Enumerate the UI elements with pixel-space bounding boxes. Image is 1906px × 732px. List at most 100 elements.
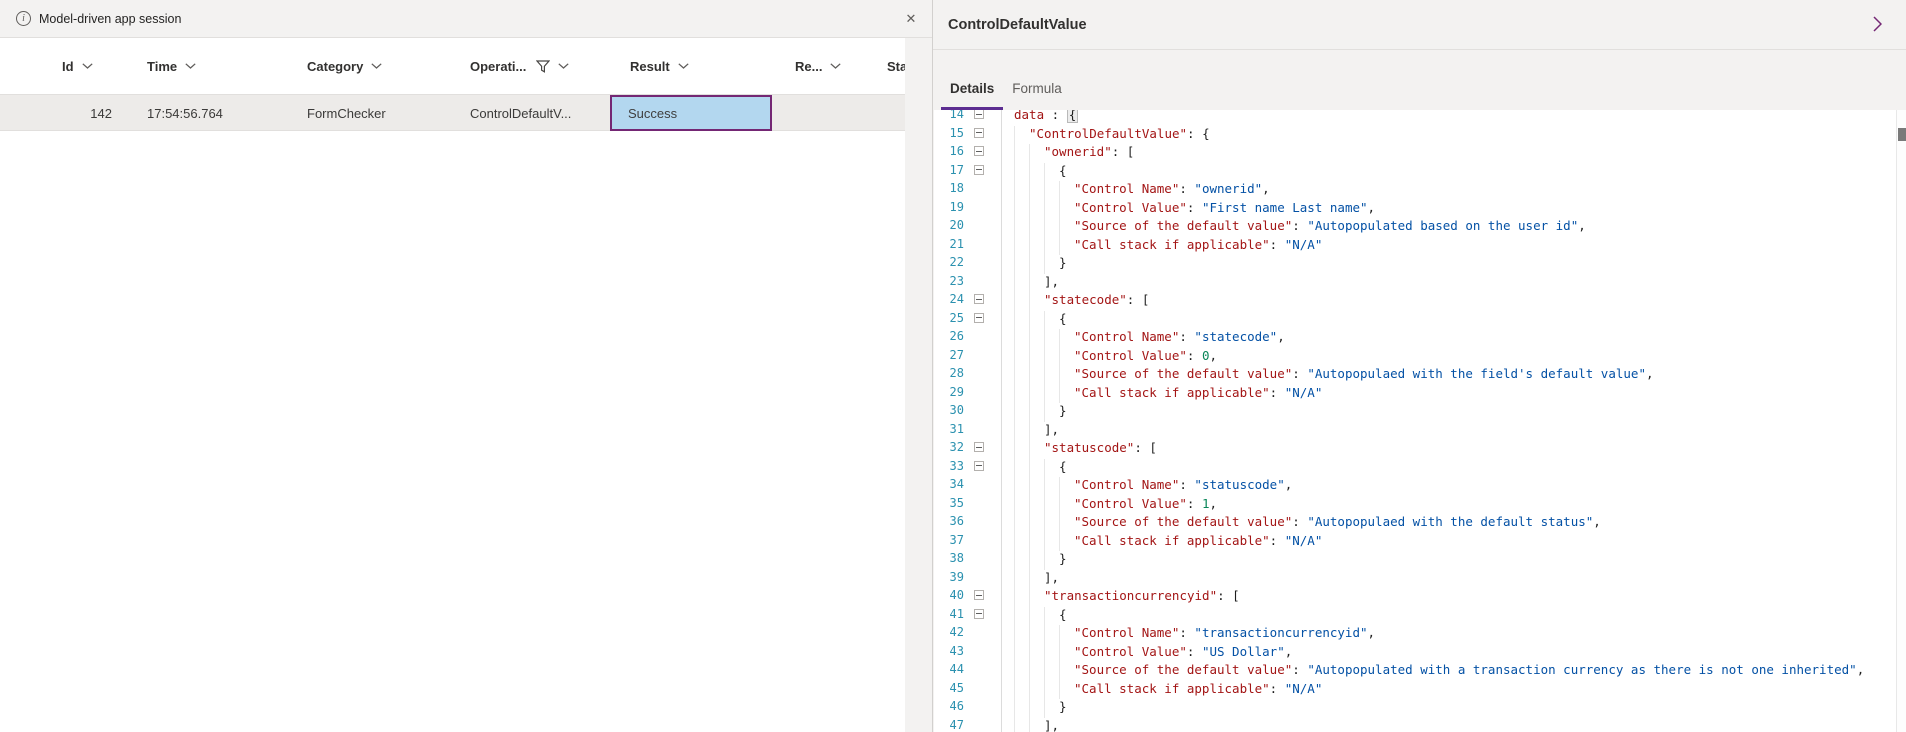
line-number: 30	[934, 401, 964, 420]
line-number: 34	[934, 475, 964, 494]
fold-collapse-icon[interactable]	[974, 110, 984, 119]
code-line-46: 46}	[934, 697, 1906, 716]
fold-collapse-icon[interactable]	[974, 146, 984, 156]
token: ,	[1646, 366, 1654, 381]
line-number: 47	[934, 716, 964, 732]
token: "Autopopulaed with the field's default v…	[1307, 366, 1646, 381]
selected-result-cell[interactable]: Success	[610, 95, 772, 131]
line-number: 24	[934, 290, 964, 309]
token: :	[1187, 644, 1202, 659]
token: : [	[1134, 440, 1157, 455]
cell-result[interactable]: Success	[610, 95, 777, 131]
token: }	[1059, 551, 1067, 566]
token: :	[1270, 385, 1285, 400]
code-text: ],	[1001, 420, 1059, 439]
cell-state[interactable]	[877, 95, 905, 131]
token: "ownerid"	[1044, 144, 1112, 159]
fold-collapse-icon[interactable]	[974, 313, 984, 323]
tab-details[interactable]: Details	[941, 81, 1003, 110]
code-line-45: 45"Call stack if applicable": "N/A"	[934, 679, 1906, 698]
code-text: ],	[1001, 272, 1059, 291]
token: :	[1292, 218, 1307, 233]
table-row[interactable]: 14217:54:56.764FormCheckerControlDefault…	[0, 95, 905, 131]
column-header-label: Id	[62, 59, 74, 74]
code-text: "Control Value": "US Dollar",	[1001, 642, 1292, 661]
cell-category[interactable]: FormChecker	[307, 95, 470, 131]
scrollbar-thumb[interactable]	[1898, 128, 1906, 141]
fold-collapse-icon[interactable]	[974, 165, 984, 175]
chevron-down-icon	[185, 63, 196, 69]
line-number: 33	[934, 457, 964, 476]
token: ,	[1593, 514, 1601, 529]
chevron-down-icon	[830, 63, 841, 69]
column-header-state[interactable]: Sta	[877, 38, 905, 94]
column-header-id[interactable]: Id	[0, 38, 147, 94]
fold-collapse-icon[interactable]	[974, 294, 984, 304]
token: "Control Name"	[1074, 477, 1179, 492]
fold-collapse-icon[interactable]	[974, 128, 984, 138]
token: ,	[1578, 218, 1586, 233]
code-text: "Call stack if applicable": "N/A"	[1001, 679, 1322, 698]
token: "Autopopulated based on the user id"	[1307, 218, 1578, 233]
fold-collapse-icon[interactable]	[974, 442, 984, 452]
panel-tabs: DetailsFormula	[933, 50, 1906, 110]
token: ],	[1044, 274, 1059, 289]
column-header-operation[interactable]: Operati...	[470, 38, 610, 94]
cell-reason[interactable]	[777, 95, 877, 131]
token: ],	[1044, 422, 1059, 437]
tab-formula[interactable]: Formula	[1003, 81, 1071, 110]
token: "Control Name"	[1074, 625, 1179, 640]
fold-gutter	[964, 642, 1001, 661]
code-text: "Source of the default value": "Autopopu…	[1001, 364, 1654, 383]
fold-gutter	[964, 605, 1001, 624]
column-header-category[interactable]: Category	[307, 38, 470, 94]
column-header-label: Re...	[795, 59, 822, 74]
fold-gutter	[964, 346, 1001, 365]
line-number: 25	[934, 309, 964, 328]
token: "Autopopulated with a transaction curren…	[1307, 662, 1856, 677]
editor-scrollbar[interactable]	[1896, 110, 1906, 732]
fold-gutter	[964, 623, 1001, 642]
token: :	[1179, 181, 1194, 196]
code-text: "statecode": [	[1001, 290, 1149, 309]
fold-collapse-icon[interactable]	[974, 461, 984, 471]
token: :	[1292, 366, 1307, 381]
column-header-result[interactable]: Result	[610, 38, 777, 94]
token: "N/A"	[1285, 533, 1323, 548]
close-icon[interactable]: ✕	[898, 6, 924, 32]
fold-collapse-icon[interactable]	[974, 609, 984, 619]
column-header-reason[interactable]: Re...	[777, 38, 877, 94]
line-number: 18	[934, 179, 964, 198]
fold-gutter	[964, 253, 1001, 272]
cell-time[interactable]: 17:54:56.764	[147, 95, 307, 131]
cell-operation[interactable]: ControlDefaultV...	[470, 95, 610, 131]
code-text: "Call stack if applicable": "N/A"	[1001, 235, 1322, 254]
token: {	[1059, 311, 1067, 326]
token: :	[1292, 514, 1307, 529]
chevron-right-icon[interactable]	[1866, 14, 1888, 36]
line-number: 23	[934, 272, 964, 291]
fold-collapse-icon[interactable]	[974, 590, 984, 600]
fold-gutter	[964, 327, 1001, 346]
token: :	[1187, 496, 1202, 511]
code-line-18: 18"Control Name": "ownerid",	[934, 179, 1906, 198]
code-line-47: 47],	[934, 716, 1906, 732]
fold-gutter	[964, 531, 1001, 550]
token: "Autopopulaed with the default status"	[1307, 514, 1593, 529]
line-number: 41	[934, 605, 964, 624]
column-header-time[interactable]: Time	[147, 38, 307, 94]
fold-gutter	[964, 401, 1001, 420]
chevron-down-icon	[678, 63, 689, 69]
cell-id[interactable]: 142	[0, 95, 147, 131]
code-line-39: 39],	[934, 568, 1906, 587]
fold-gutter	[964, 679, 1001, 698]
token: "Source of the default value"	[1074, 514, 1292, 529]
fold-gutter	[964, 383, 1001, 402]
token: "Control Value"	[1074, 348, 1187, 363]
fold-gutter	[964, 198, 1001, 217]
token: "Source of the default value"	[1074, 218, 1292, 233]
line-number: 40	[934, 586, 964, 605]
token: ,	[1262, 181, 1270, 196]
token: data	[1014, 110, 1044, 122]
line-number: 20	[934, 216, 964, 235]
